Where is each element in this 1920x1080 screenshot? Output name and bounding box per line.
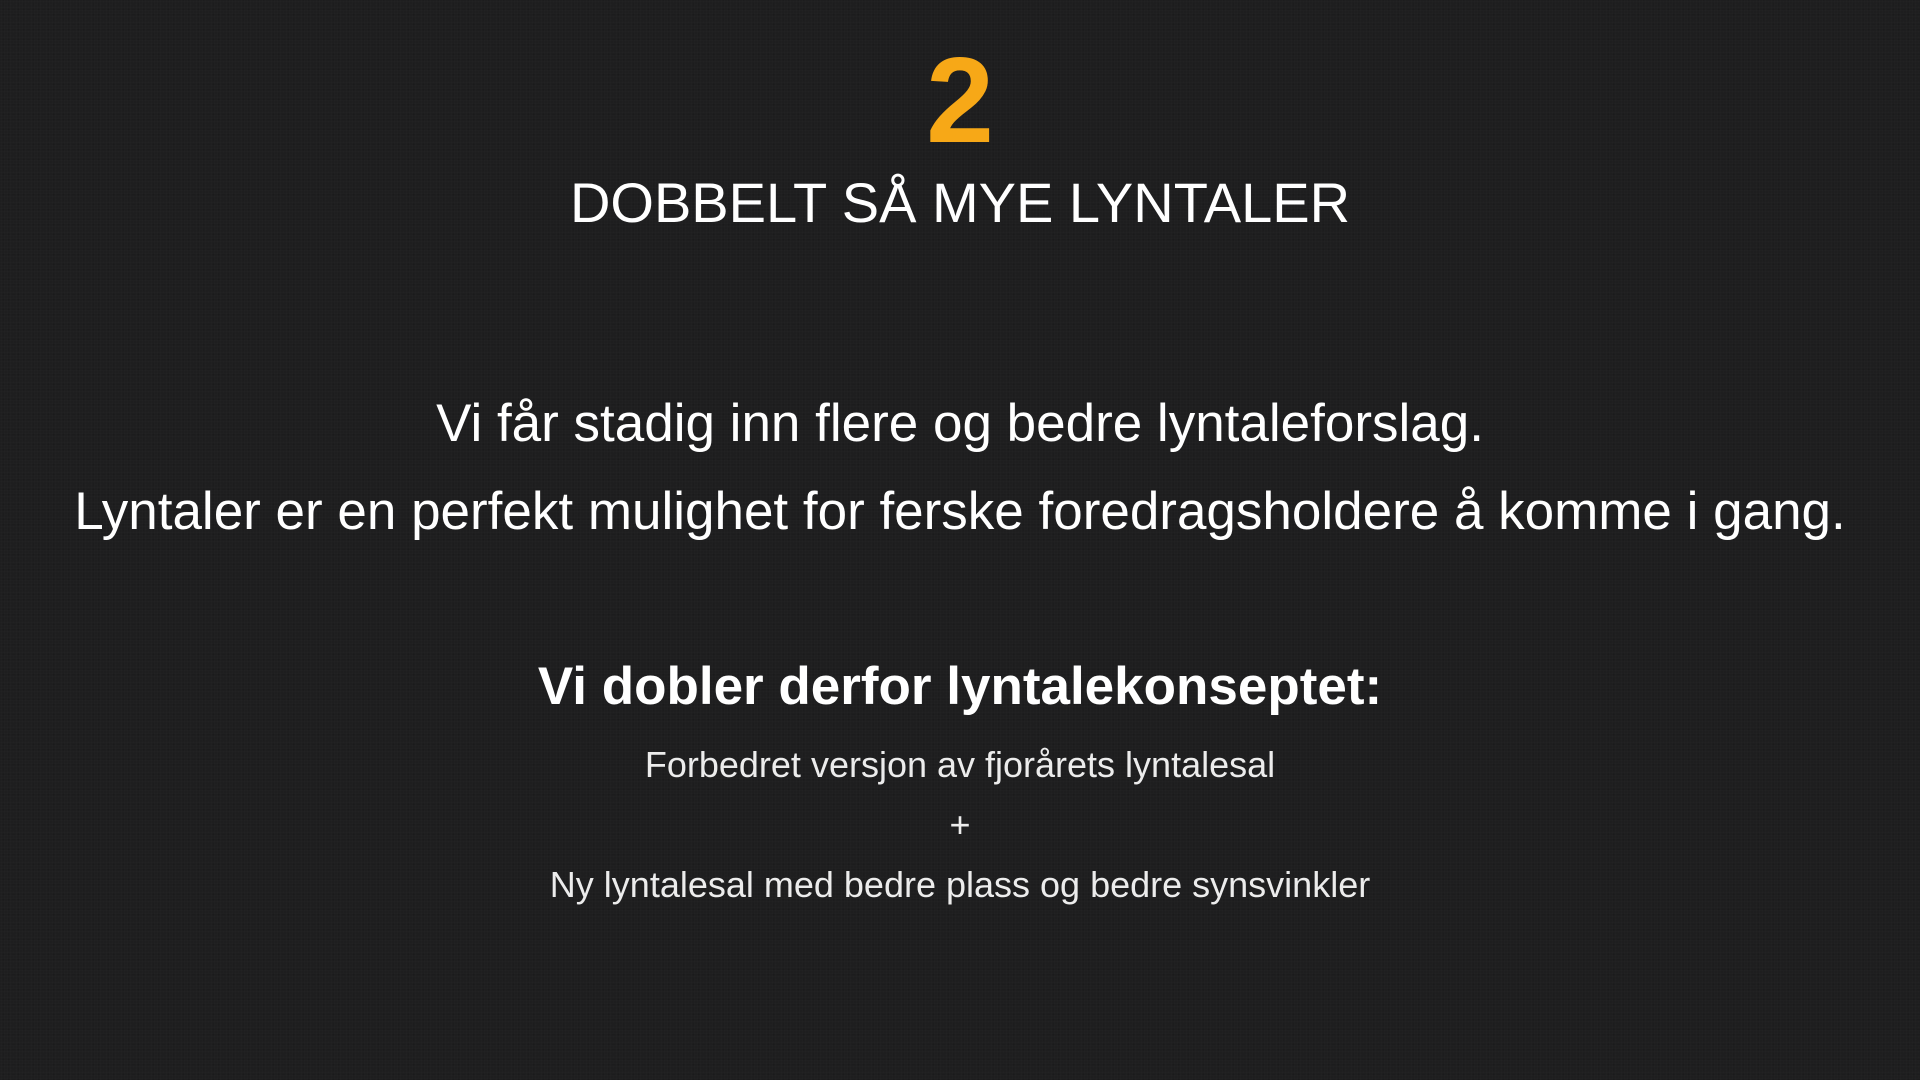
intro-line: Lyntaler er en perfekt mulighet for fers… bbox=[74, 482, 1846, 541]
plus-separator: + bbox=[949, 804, 971, 845]
detail-line: Forbedret versjon av fjorårets lyntalesa… bbox=[644, 744, 1276, 785]
slide-number: 2 bbox=[926, 32, 994, 168]
detail-list: Forbedret versjon av fjorårets lyntalesa… bbox=[0, 735, 1920, 915]
slide-title: DOBBELT SÅ MYE LYNTALER bbox=[569, 171, 1351, 234]
intro-line: Vi får stadig inn flere og bedre lyntale… bbox=[436, 394, 1484, 453]
detail-line: Ny lyntalesal med bedre plass og bedre s… bbox=[549, 864, 1371, 905]
presentation-slide: 2 DOBBELT SÅ MYE LYNTALER Vi får stadig … bbox=[0, 0, 1920, 1080]
intro-text: Vi får stadig inn flere og bedre lyntale… bbox=[0, 380, 1920, 556]
highlight-heading: Vi dobler derfor lyntalekonseptet: bbox=[537, 657, 1383, 716]
